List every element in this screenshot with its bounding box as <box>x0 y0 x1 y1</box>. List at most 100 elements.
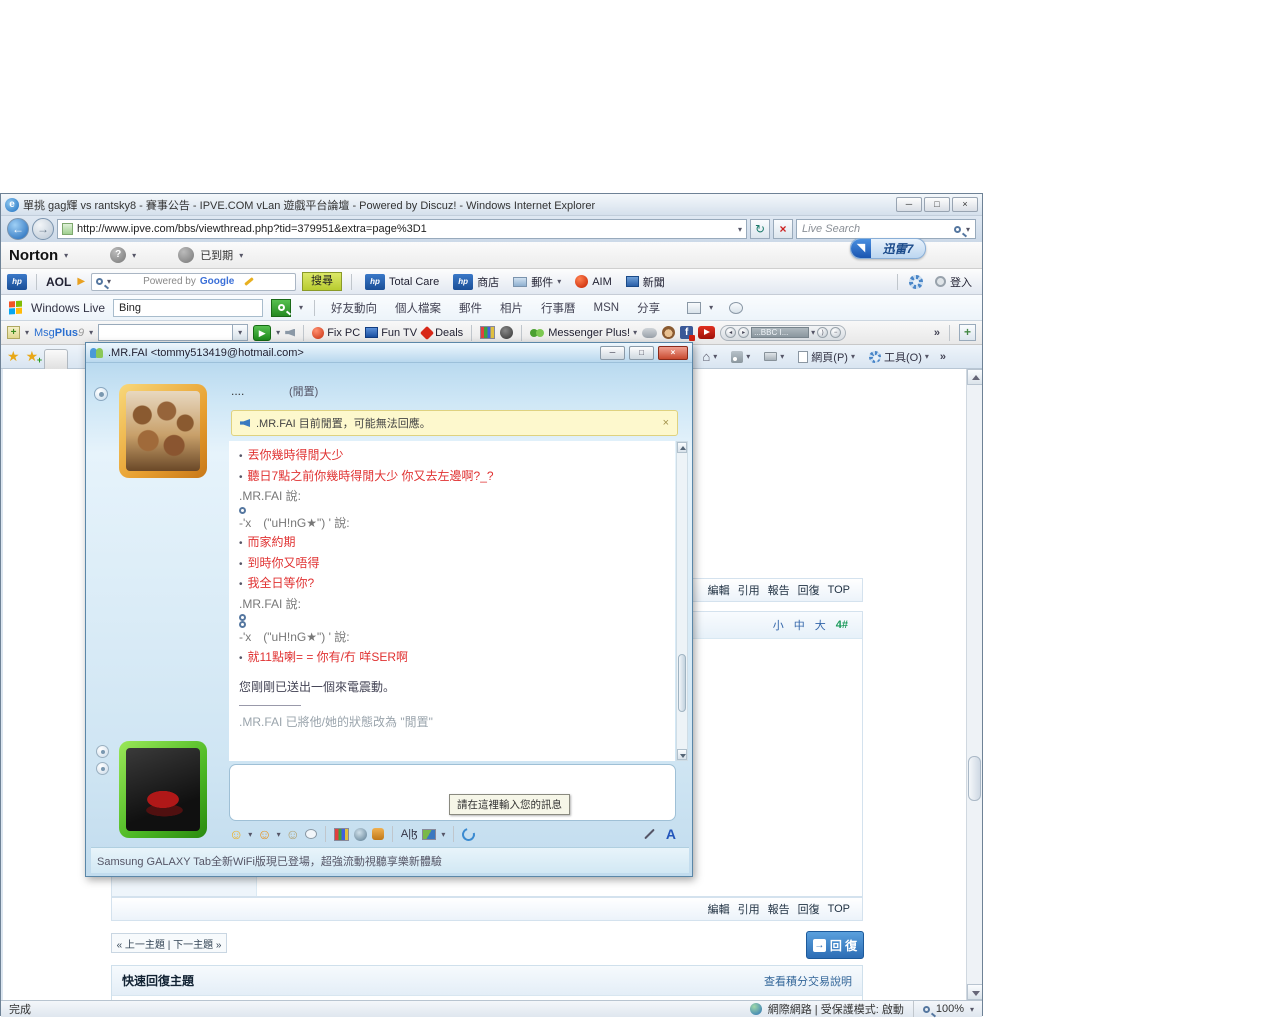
quote-link[interactable]: 引用 <box>738 582 760 598</box>
quote-link[interactable]: 引用 <box>738 901 760 917</box>
report-link[interactable]: 報告 <box>768 582 790 598</box>
messenger-ad-bar[interactable]: Samsung GALAXY Tab全新WiFi版現已登場，超強流動視聽享樂新體… <box>91 847 689 873</box>
address-dropdown-icon[interactable]: ▾ <box>738 225 742 234</box>
combo-dropdown-icon[interactable]: ▾ <box>232 325 247 340</box>
page-menu[interactable]: 網頁(P)▾ <box>795 349 858 365</box>
browser-tab[interactable] <box>44 349 68 369</box>
wl-link-profile[interactable]: 個人檔案 <box>390 300 446 316</box>
search-icon[interactable] <box>954 226 961 233</box>
webcam-icon[interactable] <box>354 828 367 841</box>
messenger-close-button[interactable]: × <box>658 346 688 360</box>
close-button[interactable]: × <box>952 197 978 212</box>
msgplus-brand-dropdown-icon[interactable]: ▾ <box>89 328 93 337</box>
windows-live-brand[interactable]: Windows Live <box>31 301 105 315</box>
chat-scrollbar[interactable] <box>676 441 688 761</box>
maximize-button[interactable]: □ <box>924 197 950 212</box>
pencil-icon[interactable] <box>245 277 255 286</box>
media-play-button[interactable]: ▸ <box>738 327 749 338</box>
sign-in-item[interactable]: 登入 <box>931 274 976 290</box>
emoticon-dropdown-icon[interactable]: ▾ <box>248 830 252 839</box>
nudge-icon[interactable]: ☺ <box>286 827 300 841</box>
aol-search-dropdown-icon[interactable]: ▾ <box>107 277 111 286</box>
norton-expired-label[interactable]: 已到期 <box>200 247 233 263</box>
new-tab-button[interactable]: + <box>959 324 976 341</box>
norton-dropdown-icon[interactable]: ▾ <box>64 251 68 260</box>
wl-sync-icon[interactable] <box>729 302 743 314</box>
wl-grid-icon[interactable] <box>687 302 701 314</box>
handwriting-icon[interactable] <box>644 829 655 840</box>
go-dropdown-icon[interactable]: ▾ <box>276 328 280 337</box>
bing-dropdown-icon[interactable]: ▾ <box>299 303 303 312</box>
aol-search-button[interactable]: 搜尋 <box>302 272 342 291</box>
toolbar-overflow-icon[interactable]: » <box>934 327 940 339</box>
font-settings-icon[interactable]: A|ɮ <box>401 828 417 840</box>
msgplus-brand[interactable]: MsgPlus9 <box>34 327 84 339</box>
reply-button[interactable]: → 回 復 <box>806 931 864 959</box>
msgplus-search-combo[interactable]: ▾ <box>98 324 248 341</box>
stop-button[interactable]: × <box>773 219 793 239</box>
messenger-maximize-button[interactable]: □ <box>629 346 654 360</box>
background-dropdown-icon[interactable]: ▾ <box>441 830 445 839</box>
norton-brand[interactable]: Norton <box>9 247 58 264</box>
media-prev-button[interactable]: ◂ <box>725 327 736 338</box>
avatar-option-icon[interactable] <box>96 745 109 758</box>
mail-dropdown-icon[interactable]: ▾ <box>557 277 561 286</box>
edit-link[interactable]: 編輯 <box>708 582 730 598</box>
aim-item[interactable]: AIM <box>571 275 616 288</box>
post-number[interactable]: 4# <box>836 619 848 631</box>
notice-close-icon[interactable]: × <box>663 417 669 429</box>
scroll-down-icon[interactable] <box>967 984 982 1000</box>
credits-link[interactable]: 查看積分交易說明 <box>764 973 852 989</box>
norton-help-icon[interactable]: ? <box>110 247 126 263</box>
monkey-icon[interactable] <box>662 326 675 339</box>
bing-search-input[interactable]: Bing <box>113 299 263 317</box>
msn-extras-icon[interactable] <box>460 825 478 843</box>
wl-link-msn[interactable]: MSN <box>589 302 625 314</box>
voice-clip-icon[interactable] <box>305 829 317 839</box>
chat-scroll-thumb[interactable] <box>678 654 686 712</box>
zoom-dropdown-icon[interactable]: ▾ <box>970 1005 974 1014</box>
messenger-plus-item[interactable]: Messenger Plus!▾ <box>530 327 637 339</box>
print-button[interactable]: ▾ <box>761 352 787 361</box>
messenger-plus-dropdown-icon[interactable]: ▾ <box>633 328 637 337</box>
home-button[interactable]: ⌂▾ <box>699 349 720 364</box>
command-overflow-icon[interactable]: » <box>940 351 946 363</box>
msgplus-plus-icon[interactable]: + <box>7 326 20 339</box>
page-scrollbar[interactable] <box>966 369 982 1000</box>
chat-scroll-down-icon[interactable] <box>677 749 687 760</box>
avatar-option-icon[interactable] <box>96 762 109 775</box>
go-button[interactable]: ▶ <box>253 325 271 341</box>
news-item[interactable]: 新聞 <box>622 274 669 290</box>
msgplus-dropdown-icon[interactable]: ▾ <box>25 328 29 337</box>
fix-pc-item[interactable]: Fix PC <box>312 327 360 339</box>
top-link[interactable]: TOP <box>828 903 850 915</box>
contact-avatar[interactable] <box>119 384 207 478</box>
prev-next-topic[interactable]: « 上一主題 | 下一主題 » <box>111 933 227 953</box>
deals-item[interactable]: Deals <box>422 327 463 339</box>
activities-icon[interactable] <box>372 828 384 840</box>
speaker-icon[interactable] <box>285 329 295 337</box>
aol-search-box[interactable]: ▾ Powered by Google <box>91 273 296 291</box>
norton-help-dropdown-icon[interactable]: ▾ <box>132 251 136 260</box>
add-favorite-icon[interactable]: ★+ <box>26 348 39 365</box>
search-dropdown-icon[interactable]: ▾ <box>966 225 970 234</box>
font-large-link[interactable]: 大 <box>815 617 826 633</box>
favorites-star-icon[interactable]: ★ <box>7 348 20 365</box>
reply-link[interactable]: 回復 <box>798 582 820 598</box>
wl-link-share[interactable]: 分享 <box>632 300 665 316</box>
palette-icon[interactable] <box>480 326 495 339</box>
wink-dropdown-icon[interactable]: ▾ <box>277 830 281 839</box>
text-mode-icon[interactable]: A <box>666 826 676 842</box>
self-avatar[interactable] <box>119 741 207 838</box>
minimize-button[interactable]: ─ <box>896 197 922 212</box>
chat-scroll-up-icon[interactable] <box>677 442 687 453</box>
wink-picker-icon[interactable]: ☺ <box>257 827 271 841</box>
hp-total-care-item[interactable]: hp Total Care <box>361 274 443 290</box>
photo-share-icon[interactable] <box>334 828 349 841</box>
forward-button[interactable]: → <box>32 218 54 240</box>
aol-brand[interactable]: AOL <box>46 275 71 289</box>
fun-tv-item[interactable]: Fun TV <box>365 327 417 339</box>
wl-link-calendar[interactable]: 行事曆 <box>536 300 581 316</box>
media-dropdown-icon[interactable]: ▾ <box>811 328 815 337</box>
emoticon-picker-icon[interactable]: ☺ <box>229 827 243 841</box>
